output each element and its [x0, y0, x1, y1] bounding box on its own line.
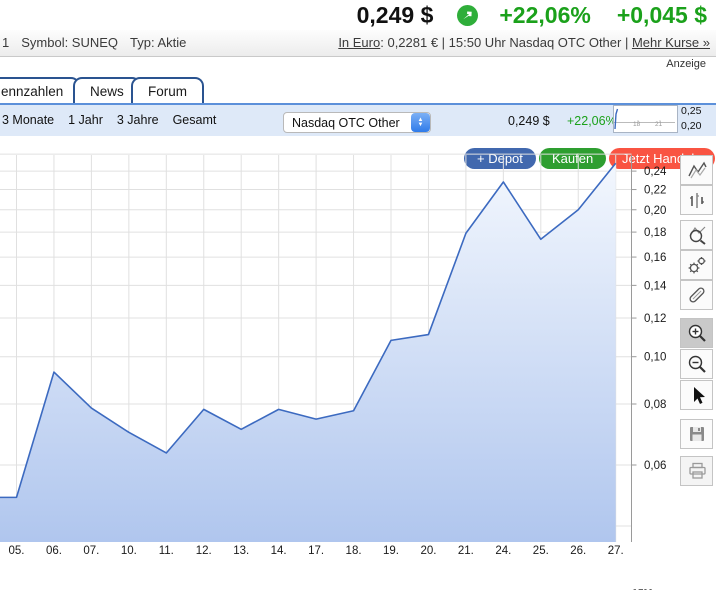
svg-text:11.: 11. — [159, 545, 174, 557]
bar-chart-type-button[interactable] — [680, 185, 713, 215]
range-3-jahre[interactable]: 3 Jahre — [117, 113, 159, 127]
exchange-info: In Euro: 0,2281 € | 15:50 Uhr Nasdaq OTC… — [338, 35, 710, 50]
range-3-monate[interactable]: 3 Monate — [2, 113, 54, 127]
mini-chart-y-bottom: 0,20 — [681, 120, 701, 132]
chart-settings-button[interactable] — [680, 250, 713, 280]
exchange-dropdown[interactable]: Nasdaq OTC Other ▲▼ — [283, 112, 431, 133]
chart-toolbar: 3 Monate 1 Jahr 3 Jahre Gesamt Nasdaq OT… — [0, 105, 716, 136]
svg-text:0,22: 0,22 — [644, 185, 666, 197]
symbol-text: Symbol: SUNEQ — [21, 35, 118, 50]
svg-text:24.: 24. — [495, 545, 511, 557]
toolbar-price: 0,249 $ — [508, 114, 550, 128]
mini-chart-x-label: 21 — [655, 121, 662, 128]
svg-text:0,16: 0,16 — [644, 252, 666, 264]
svg-text:19.: 19. — [383, 545, 399, 557]
ad-label: Anzeige — [666, 58, 706, 70]
draw-tool-icon — [685, 283, 709, 307]
svg-text:0,14: 0,14 — [644, 280, 667, 292]
range-1-jahr[interactable]: 1 Jahr — [68, 113, 103, 127]
tabs-row: ennzahlen News Forum + Depot Kaufen Jetz… — [0, 72, 716, 103]
compare-chart-button[interactable] — [680, 220, 713, 250]
current-price: 0,249 $ — [357, 2, 434, 29]
svg-text:0,24: 0,24 — [644, 166, 667, 178]
zoom-in-button[interactable] — [680, 318, 713, 348]
svg-text:26.: 26. — [570, 545, 586, 557]
compare-chart-icon — [685, 223, 709, 247]
mini-chart-x-label: 18 — [633, 121, 640, 128]
svg-text:17.: 17. — [308, 545, 324, 557]
svg-text:0,12: 0,12 — [644, 313, 666, 325]
tab-forum[interactable]: Forum — [131, 77, 204, 103]
svg-text:0,06: 0,06 — [644, 460, 666, 472]
zoom-in-icon — [685, 321, 709, 345]
in-euro-link[interactable]: In Euro — [338, 35, 380, 50]
gears-icon — [685, 253, 709, 277]
change-percent: +22,06% — [499, 2, 590, 29]
svg-text:10.: 10. — [121, 545, 137, 557]
svg-text:13.: 13. — [233, 545, 249, 557]
range-selector: 3 Monate 1 Jahr 3 Jahre Gesamt — [2, 113, 216, 127]
cursor-mode-button[interactable] — [680, 380, 713, 410]
svg-text:0,10: 0,10 — [644, 352, 666, 364]
tab-label: News — [90, 84, 124, 99]
svg-text:0,20: 0,20 — [644, 205, 666, 217]
bar-chart-icon — [685, 188, 709, 212]
dropdown-arrows-icon: ▲▼ — [411, 113, 430, 132]
exchange-dropdown-value: Nasdaq OTC Other — [284, 116, 411, 130]
change-absolute: +0,045 $ — [617, 2, 707, 29]
symbol-info: 1 Symbol: SUNEQ Typ: Aktie — [2, 35, 186, 50]
quote-header: 0,249 $ +22,06% +0,045 $ — [0, 0, 716, 30]
euro-detail: : 0,2281 € | 15:50 Uhr Nasdaq OTC Other … — [380, 35, 632, 50]
svg-text:12.: 12. — [196, 545, 212, 557]
price-up-arrow-icon — [457, 5, 478, 26]
svg-text:07.: 07. — [83, 545, 99, 557]
quote-line: 0,249 $ +22,06% +0,045 $ — [357, 2, 707, 29]
tab-label: ennzahlen — [1, 84, 63, 99]
info-fragment: 1 — [2, 35, 9, 50]
mini-chart-y-top: 0,25 — [681, 105, 701, 117]
tab-kennzahlen[interactable]: ennzahlen — [0, 77, 80, 103]
svg-text:0,18: 0,18 — [644, 227, 666, 239]
svg-text:05.: 05. — [9, 545, 25, 557]
svg-text:14.: 14. — [271, 545, 287, 557]
svg-text:21.: 21. — [458, 545, 474, 557]
toolbar-change-percent: +22,06% — [567, 114, 617, 128]
info-bar: 1 Symbol: SUNEQ Typ: Aktie In Euro: 0,22… — [0, 30, 716, 57]
svg-text:06.: 06. — [46, 545, 62, 557]
price-chart[interactable]: 0,24 0,22 0,20 0,18 0,16 0,14 0,12 0,10 0,08 0,06… — [0, 140, 716, 590]
printer-icon — [685, 459, 709, 483]
line-chart-type-button[interactable] — [680, 155, 713, 185]
cursor-arrow-icon — [685, 383, 709, 407]
draw-tool-button[interactable] — [680, 280, 713, 310]
more-quotes-link[interactable]: Mehr Kurse » — [632, 35, 710, 50]
zoom-out-icon — [685, 352, 709, 376]
svg-text:27.: 27. — [608, 545, 624, 557]
mini-intraday-chart[interactable] — [613, 105, 678, 133]
save-icon — [685, 422, 709, 446]
svg-text:18.: 18. — [346, 545, 362, 557]
svg-text:0,08: 0,08 — [644, 399, 666, 411]
tab-label: Forum — [148, 84, 187, 99]
type-text: Typ: Aktie — [130, 35, 186, 50]
save-chart-button[interactable] — [680, 419, 713, 449]
svg-text:20.: 20. — [420, 545, 436, 557]
line-chart-icon — [685, 158, 709, 182]
range-gesamt[interactable]: Gesamt — [173, 113, 217, 127]
zoom-out-button[interactable] — [680, 349, 713, 379]
print-chart-button[interactable] — [680, 456, 713, 486]
svg-text:25.: 25. — [533, 545, 549, 557]
